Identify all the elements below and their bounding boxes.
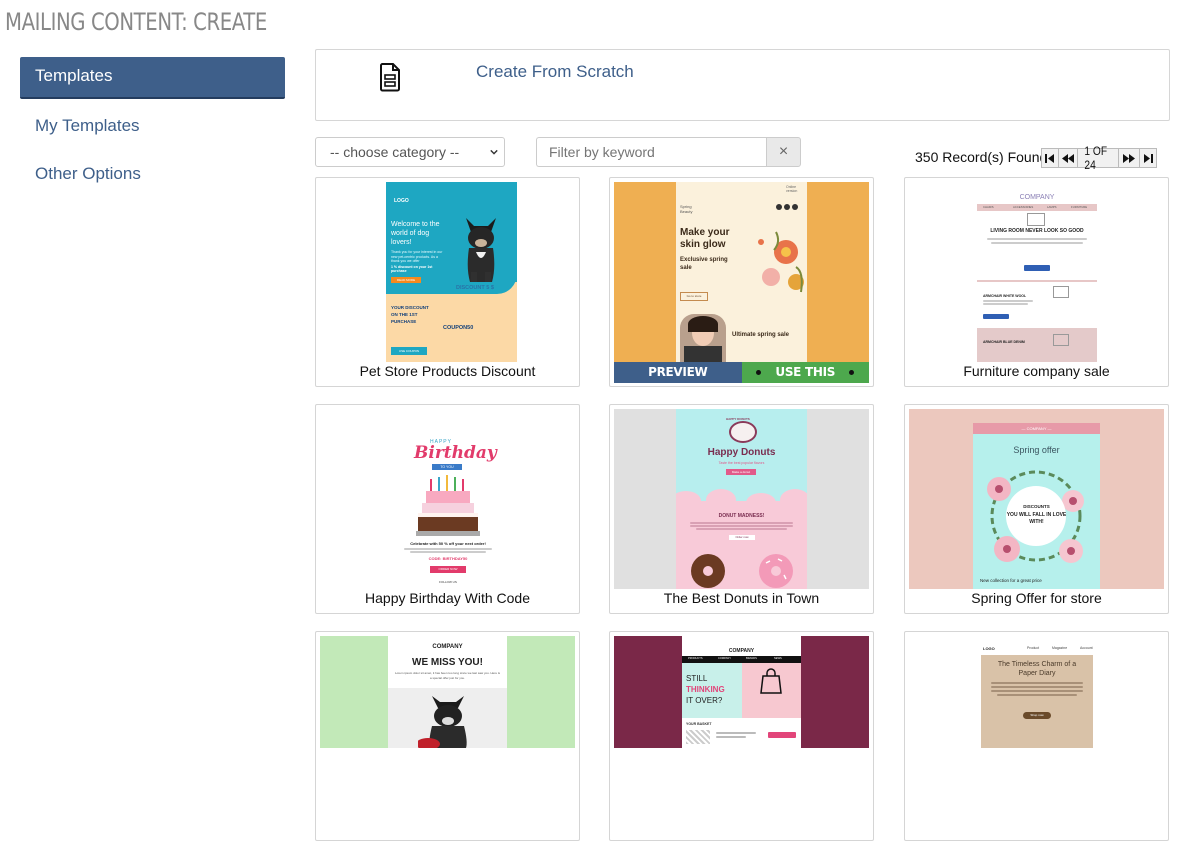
template-thumbnail: HAPPY Birthday TO YOU Celebrate with 50 … — [320, 409, 575, 589]
template-card[interactable]: HAPPY DONUTS Happy Donuts Taste the best… — [609, 404, 874, 614]
chevron-down-icon — [490, 149, 498, 155]
dog-photo — [418, 696, 467, 748]
last-page-button[interactable] — [1139, 148, 1157, 168]
template-card[interactable]: — COMPANY — Spring offer DISCOUNTS YOU W… — [904, 404, 1169, 614]
page-indicator: 1 OF 24 — [1077, 144, 1119, 172]
template-thumbnail: LOGO Welcome to the world of dog lovers!… — [320, 182, 575, 362]
pagination: 1 OF 24 — [1041, 144, 1157, 172]
template-name: Pet Store Products Discount — [359, 363, 536, 379]
create-from-scratch-link[interactable]: Create From Scratch — [476, 62, 634, 82]
template-card[interactable]: LOGO Product Magazine Account The Timele… — [904, 631, 1169, 841]
template-thumbnail: COMPANY WE MISS YOU! Lorem ipsum dolor s… — [320, 636, 575, 748]
clear-filter-button[interactable]: × — [766, 137, 801, 167]
template-thumbnail: COMPANY PRODUCTS COMPANY BRANDS NEWS STI… — [614, 636, 869, 748]
rewind-icon — [1062, 153, 1074, 163]
template-name: Furniture company sale — [963, 363, 1110, 379]
records-count: 350 Record(s) Found — [915, 149, 1048, 165]
template-thumbnail: Online version Spring Beauty Make your s… — [614, 182, 869, 362]
first-page-icon — [1045, 153, 1054, 163]
template-card[interactable]: COMPANY PRODUCTS COMPANY BRANDS NEWS STI… — [609, 631, 874, 841]
template-thumbnail: LOGO Product Magazine Account The Timele… — [909, 636, 1164, 748]
fast-forward-icon — [1123, 153, 1135, 163]
prev-page-button[interactable] — [1058, 148, 1078, 168]
sidebar-item-templates[interactable]: Templates — [20, 57, 285, 99]
template-thumbnail: HAPPY DONUTS Happy Donuts Taste the best… — [614, 409, 869, 589]
template-card[interactable]: COMPANY WE MISS YOU! Lorem ipsum dolor s… — [315, 631, 580, 841]
last-page-icon — [1144, 153, 1153, 163]
next-page-button[interactable] — [1118, 148, 1140, 168]
template-thumbnail: — COMPANY — Spring offer DISCOUNTS YOU W… — [909, 409, 1164, 589]
donuts-illustration — [691, 554, 793, 588]
template-thumbnail: COMPANY CHAIRS ACCESSORIES LAMPS FURNITU… — [909, 182, 1164, 362]
cake-illustration — [416, 475, 480, 536]
first-page-button[interactable] — [1041, 148, 1059, 168]
sidebar-item-my-templates[interactable]: My Templates — [20, 107, 285, 147]
template-name: Happy Birthday With Code — [365, 590, 530, 606]
template-name: Spring Offer for store — [971, 590, 1102, 606]
template-actions: PREVIEW USE THIS — [614, 362, 869, 383]
template-name: The Best Donuts in Town — [663, 590, 820, 606]
dog-illustration — [466, 218, 496, 282]
preview-button[interactable]: PREVIEW — [614, 362, 742, 383]
template-card[interactable]: HAPPY Birthday TO YOU Celebrate with 50 … — [315, 404, 580, 614]
page-title: MAILING CONTENT: CREATE — [5, 8, 267, 36]
flowers-illustration — [758, 231, 804, 293]
category-select[interactable]: -- choose category -- — [315, 137, 505, 167]
shopping-bag-icon — [760, 668, 782, 694]
sidebar-item-other-options[interactable]: Other Options — [20, 155, 285, 195]
template-card[interactable]: Online version Spring Beauty Make your s… — [609, 177, 874, 387]
document-icon — [380, 63, 400, 92]
sidebar: Templates My Templates Other Options — [20, 57, 285, 203]
keyword-filter-input[interactable] — [536, 137, 766, 167]
use-this-button[interactable]: USE THIS — [741, 362, 869, 383]
template-card[interactable]: LOGO Welcome to the world of dog lovers!… — [315, 177, 580, 387]
template-card[interactable]: COMPANY CHAIRS ACCESSORIES LAMPS FURNITU… — [904, 177, 1169, 387]
create-from-scratch-panel[interactable]: Create From Scratch — [315, 49, 1170, 121]
category-select-value: -- choose category -- — [330, 144, 460, 160]
